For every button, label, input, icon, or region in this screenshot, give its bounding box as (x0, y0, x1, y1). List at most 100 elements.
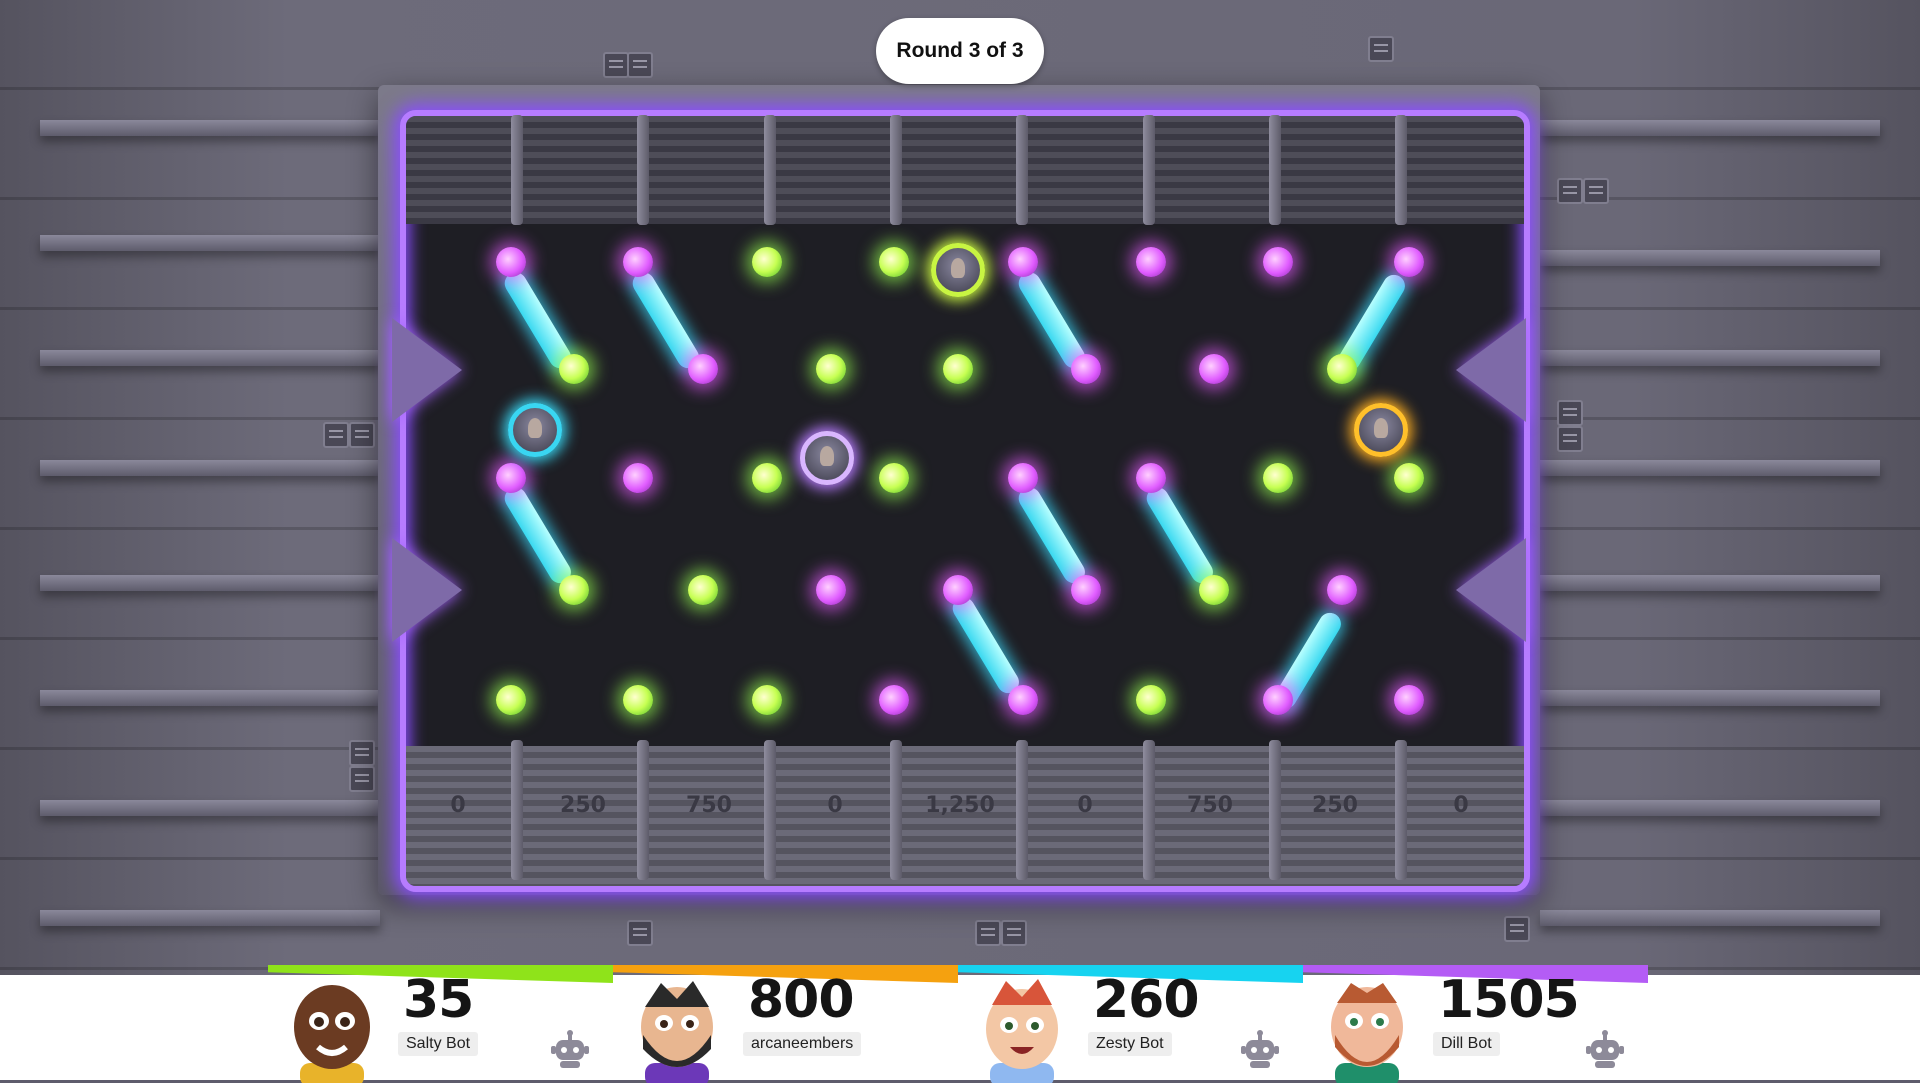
peg (559, 575, 589, 605)
peg (688, 575, 718, 605)
peg (1199, 575, 1229, 605)
vent-icon (1001, 920, 1027, 946)
peg (816, 354, 846, 384)
peg (1199, 354, 1229, 384)
peg (496, 685, 526, 715)
vent-icon (603, 52, 629, 78)
shelf (1540, 910, 1880, 926)
peg (1071, 354, 1101, 384)
top-divider (764, 115, 776, 225)
peg (496, 247, 526, 277)
vent-icon (349, 766, 375, 792)
player-score: 800 (748, 970, 855, 1030)
vent-icon (1557, 426, 1583, 452)
slot-score: 0 (450, 793, 466, 818)
shelf (1540, 120, 1880, 136)
peg (559, 354, 589, 384)
peg (1008, 685, 1038, 715)
vent-icon (627, 920, 653, 946)
peg (1071, 575, 1101, 605)
shelf (1540, 800, 1880, 816)
left-bumper-icon (392, 318, 462, 422)
player-ball-orange (1354, 403, 1408, 457)
shelf (1540, 575, 1880, 591)
player-card: 1505 Dill Bot (1303, 965, 1648, 1083)
player-card: 260 Zesty Bot (958, 965, 1303, 1083)
peg (1394, 685, 1424, 715)
peg (623, 463, 653, 493)
top-divider (890, 115, 902, 225)
shelf (40, 350, 380, 366)
avatar (641, 981, 713, 1083)
vent-icon (1557, 178, 1583, 204)
robot-icon (1586, 1030, 1624, 1068)
peg (623, 247, 653, 277)
shelf (40, 800, 380, 816)
player-card: 35 Salty Bot (268, 965, 613, 1083)
slot-score: 750 (686, 793, 732, 818)
peg (1394, 463, 1424, 493)
shelf (40, 910, 380, 926)
shelf (40, 575, 380, 591)
round-indicator: Round 3 of 3 (876, 18, 1044, 84)
shelf (40, 235, 380, 251)
top-divider (511, 115, 523, 225)
robot-icon (1241, 1030, 1279, 1068)
top-divider (1395, 115, 1407, 225)
peg (752, 247, 782, 277)
peg (1136, 247, 1166, 277)
vent-icon (1368, 36, 1394, 62)
shelf (1540, 460, 1880, 476)
peg (1008, 463, 1038, 493)
peg (623, 685, 653, 715)
slot-score: 0 (1453, 793, 1469, 818)
top-divider (637, 115, 649, 225)
player-name: Zesty Bot (1088, 1032, 1172, 1056)
top-divider (1143, 115, 1155, 225)
player-score: 260 (1093, 970, 1200, 1030)
player-score: 35 (403, 970, 474, 1030)
peg (1327, 575, 1357, 605)
peg (1263, 685, 1293, 715)
peg (1263, 463, 1293, 493)
peg (1136, 463, 1166, 493)
vent-icon (627, 52, 653, 78)
player-ball-green (931, 243, 985, 297)
vent-icon (1557, 400, 1583, 426)
top-divider (1269, 115, 1281, 225)
avatar (986, 979, 1058, 1083)
slot-score: 750 (1187, 793, 1233, 818)
robot-icon (551, 1030, 589, 1068)
left-bumper-icon (392, 538, 462, 642)
player-card: 800 arcaneembers (613, 965, 958, 1083)
player-score: 1505 (1438, 970, 1580, 1030)
top-divider (1016, 115, 1028, 225)
peg (1394, 247, 1424, 277)
vent-icon (323, 422, 349, 448)
shelf (1540, 350, 1880, 366)
vent-icon (1504, 916, 1530, 942)
right-bumper-icon (1456, 538, 1526, 642)
slot-score: 0 (827, 793, 843, 818)
peg (879, 685, 909, 715)
peg (688, 354, 718, 384)
player-name: Salty Bot (398, 1032, 479, 1056)
shelf (1540, 690, 1880, 706)
avatar (294, 985, 370, 1083)
plinko-board (400, 110, 1530, 892)
vent-icon (1583, 178, 1609, 204)
peg (816, 575, 846, 605)
shelf (40, 690, 380, 706)
player-name: arcaneembers (743, 1032, 862, 1056)
peg (1263, 247, 1293, 277)
vent-icon (349, 422, 375, 448)
peg (879, 463, 909, 493)
peg (943, 354, 973, 384)
vent-icon (975, 920, 1001, 946)
peg (496, 463, 526, 493)
slot-score: 250 (560, 793, 606, 818)
slot-score: 0 (1077, 793, 1093, 818)
peg (943, 575, 973, 605)
right-bumper-icon (1456, 318, 1526, 422)
slot-score: 1,250 (925, 793, 995, 818)
